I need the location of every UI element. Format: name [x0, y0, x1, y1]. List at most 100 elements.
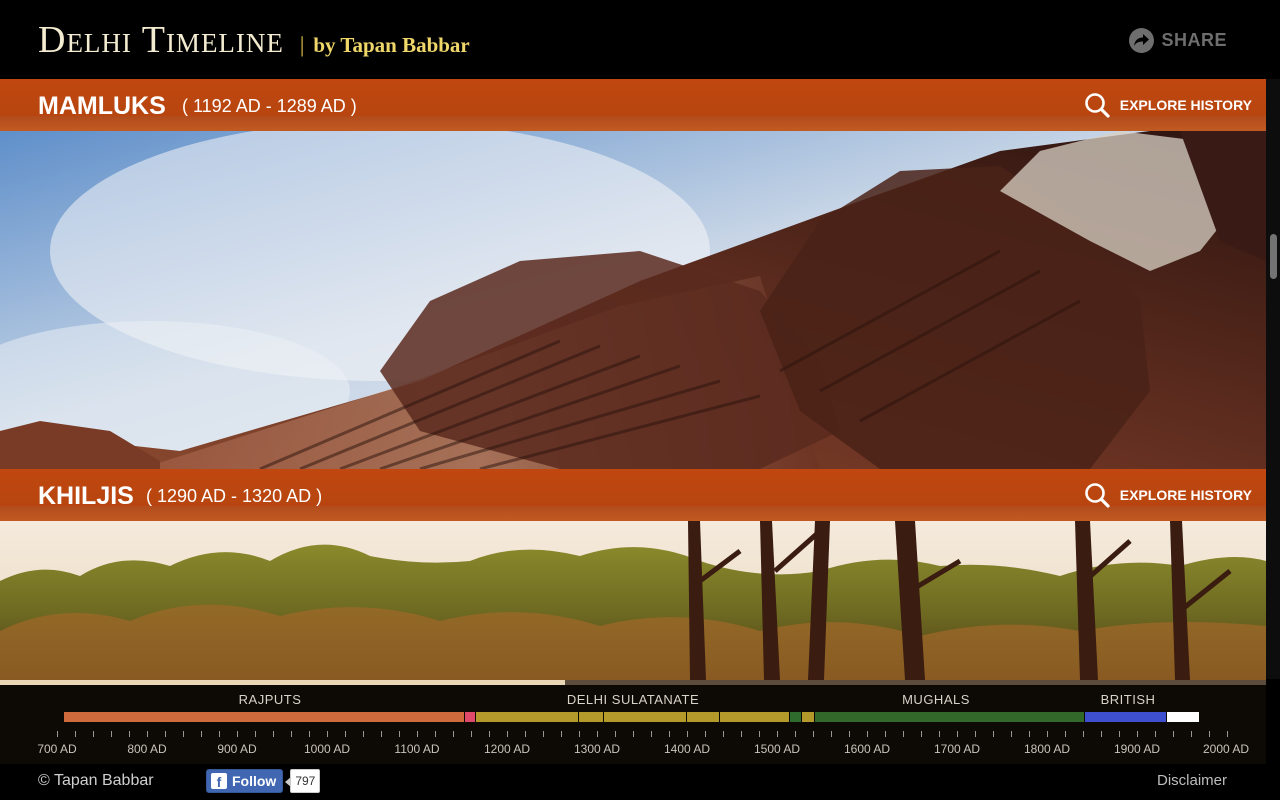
- timeline-tick: [273, 731, 274, 737]
- timeline-tick: [939, 731, 940, 737]
- timeline-year-label[interactable]: 900 AD: [217, 742, 256, 756]
- timeline-tick: [1209, 731, 1210, 737]
- timeline-tick: [759, 731, 760, 737]
- timeline-tick: [885, 731, 886, 737]
- author-byline[interactable]: by Tapan Babbar: [313, 33, 469, 58]
- era-name: MAMLUKS: [38, 92, 166, 120]
- explore-history-button[interactable]: EXPLORE HISTORY: [1084, 92, 1252, 118]
- timeline-tick: [489, 731, 490, 737]
- timeline-tick: [327, 731, 328, 737]
- era-date-range: ( 1290 AD - 1320 AD ): [146, 486, 323, 506]
- period-label-mughals[interactable]: MUGHALS: [902, 692, 970, 707]
- timeline-tick: [543, 731, 544, 737]
- timeline-tick: [993, 731, 994, 737]
- timeline-year-label[interactable]: 1800 AD: [1024, 742, 1070, 756]
- top-bar: Delhi Timeline | by Tapan Babbar SHARE: [0, 0, 1280, 79]
- timeline-tick: [417, 731, 418, 737]
- site-title[interactable]: Delhi Timeline: [38, 18, 284, 62]
- era-header-bar: MAMLUKS ( 1192 AD - 1289 AD ) EXPLORE HI…: [0, 79, 1266, 131]
- explore-history-label: EXPLORE HISTORY: [1119, 487, 1252, 503]
- timeline-tick: [345, 731, 346, 737]
- timeline-segment[interactable]: [604, 712, 686, 722]
- timeline-tick: [471, 731, 472, 737]
- period-label-rajputs[interactable]: RAJPUTS: [239, 692, 302, 707]
- share-button[interactable]: SHARE: [1129, 28, 1227, 53]
- timeline-tick: [957, 731, 958, 737]
- timeline-tick: [237, 731, 238, 737]
- timeline-tick: [1047, 731, 1048, 737]
- page-scrollbar[interactable]: [1266, 79, 1280, 679]
- period-label-british[interactable]: BRITISH: [1101, 692, 1156, 707]
- timeline-tick: [561, 731, 562, 737]
- timeline-segment[interactable]: [579, 712, 604, 722]
- timeline-year-label[interactable]: 1500 AD: [754, 742, 800, 756]
- timeline-segment[interactable]: [802, 712, 814, 722]
- timeline-tick: [363, 731, 364, 737]
- timeline-year-label[interactable]: 800 AD: [127, 742, 166, 756]
- explore-history-button[interactable]: EXPLORE HISTORY: [1084, 482, 1252, 508]
- timeline-segment[interactable]: [789, 712, 802, 722]
- timeline-year-label[interactable]: 1000 AD: [304, 742, 350, 756]
- timeline-segment[interactable]: [476, 712, 578, 722]
- timeline-progress-fill: [0, 680, 565, 685]
- timeline-tick: [75, 731, 76, 737]
- period-label-delhi-sultanate[interactable]: DELHI SULATANATE: [567, 692, 699, 707]
- scrollbar-thumb[interactable]: [1270, 234, 1277, 279]
- timeline-tick: [453, 731, 454, 737]
- era-date-range: ( 1192 AD - 1289 AD ): [182, 96, 357, 116]
- timeline-tick: [1155, 731, 1156, 737]
- timeline-tick: [849, 731, 850, 737]
- timeline-tick: [579, 731, 580, 737]
- timeline-tick: [201, 731, 202, 737]
- timeline-segment[interactable]: [814, 712, 1084, 722]
- site-brand[interactable]: Delhi Timeline | by Tapan Babbar: [38, 18, 470, 62]
- timeline-year-label[interactable]: 1900 AD: [1114, 742, 1160, 756]
- explore-history-label: EXPLORE HISTORY: [1119, 97, 1252, 113]
- timeline-year-label[interactable]: 1700 AD: [934, 742, 980, 756]
- era-section-mamluks: MAMLUKS ( 1192 AD - 1289 AD ) EXPLORE HI…: [0, 79, 1266, 469]
- search-icon: [1084, 483, 1110, 508]
- timeline-tick: [669, 731, 670, 737]
- timeline-segment[interactable]: [687, 712, 720, 722]
- timeline-tick: [795, 731, 796, 737]
- timeline-tick: [57, 731, 58, 737]
- share-label: SHARE: [1161, 30, 1227, 50]
- timeline-segment[interactable]: [720, 712, 789, 722]
- timeline-tick: [1029, 731, 1030, 737]
- timeline-tick: [705, 731, 706, 737]
- timeline-tick: [651, 731, 652, 737]
- search-icon: [1084, 93, 1110, 118]
- disclaimer-link[interactable]: Disclaimer: [1157, 772, 1227, 789]
- timeline-segment[interactable]: [464, 712, 476, 722]
- facebook-icon: f: [211, 773, 227, 789]
- timeline-segment[interactable]: [1166, 712, 1199, 722]
- timeline-tick: [525, 731, 526, 737]
- facebook-follow-label: Follow: [232, 773, 277, 789]
- share-icon: [1129, 28, 1155, 53]
- timeline-segment[interactable]: [64, 712, 464, 722]
- timeline-tick: [111, 731, 112, 737]
- facebook-follow-button[interactable]: f Follow: [206, 769, 284, 793]
- timeline-tick: [1173, 731, 1174, 737]
- timeline-year-label[interactable]: 700 AD: [37, 742, 76, 756]
- timeline-segment[interactable]: [1084, 712, 1166, 722]
- timeline-tick: [381, 731, 382, 737]
- timeline-year-label[interactable]: 2000 AD: [1203, 742, 1249, 756]
- timeline-year-label[interactable]: 1100 AD: [394, 742, 439, 756]
- timeline-tick: [615, 731, 616, 737]
- timeline-tick: [903, 731, 904, 737]
- timeline-year-label[interactable]: 1600 AD: [844, 742, 890, 756]
- timeline-navigator[interactable]: RAJPUTS DELHI SULATANATE MUGHALS BRITISH…: [0, 680, 1266, 764]
- timeline-tick: [219, 731, 220, 737]
- timeline-tick: [507, 731, 508, 737]
- forest-photo: [0, 521, 1266, 680]
- copyright-text: © Tapan Babbar: [38, 772, 154, 789]
- timeline-year-label[interactable]: 1300 AD: [574, 742, 620, 756]
- timeline-year-label[interactable]: 1400 AD: [664, 742, 710, 756]
- timeline-tick: [309, 731, 310, 737]
- timeline-tick: [633, 731, 634, 737]
- timeline-tick: [165, 731, 166, 737]
- timeline-tick: [777, 731, 778, 737]
- timeline-year-label[interactable]: 1200 AD: [484, 742, 530, 756]
- facebook-follow-widget[interactable]: f Follow 797: [206, 769, 321, 793]
